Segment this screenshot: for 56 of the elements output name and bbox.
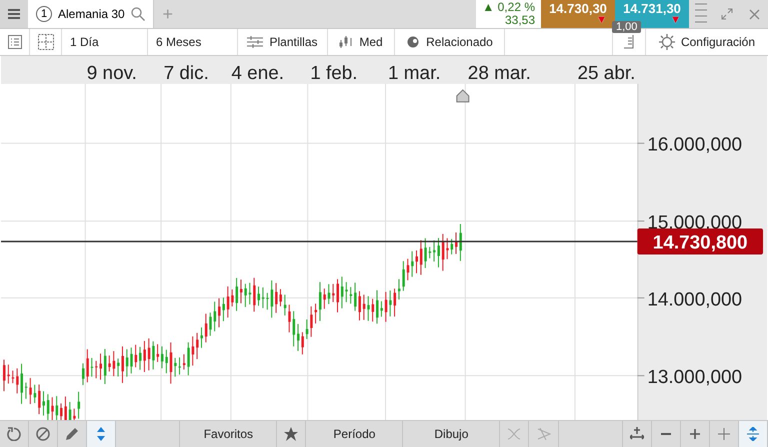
fit-button[interactable]: [738, 421, 768, 447]
grid-layout-icon: [38, 34, 54, 50]
refresh-icon: [7, 427, 22, 441]
up-down-arrows-icon: [747, 427, 760, 441]
tab-number: 1: [36, 6, 52, 22]
settings-icon: [658, 34, 675, 50]
drawing-button[interactable]: Dibujo: [403, 421, 500, 447]
date-axis-label: 28 mar.: [468, 62, 531, 84]
list-icon: [8, 34, 22, 49]
search-icon[interactable]: [130, 7, 145, 21]
candlestick-chart[interactable]: 9 nov. 7 dic. 4 ene. 1 feb. 1 mar. 28 mar. 25 abr. 16.000,000 15.000,000 14.000,000 13.000,000 14.730,800: [0, 56, 768, 420]
up-down-arrows-icon: [96, 427, 106, 441]
date-axis-label: 25 abr.: [578, 62, 636, 84]
candles-icon: [339, 36, 354, 48]
range-button[interactable]: 6 Meses: [148, 29, 238, 55]
minus-icon: [660, 433, 671, 435]
period-button[interactable]: Período: [306, 421, 404, 447]
date-axis-label: 9 nov.: [86, 62, 137, 84]
scale-toggle-button[interactable]: [87, 421, 116, 447]
date-axis-label: 1 mar.: [388, 62, 441, 84]
down-arrow: ▼: [670, 15, 681, 26]
move-icon: [630, 427, 644, 441]
menu-button[interactable]: [0, 0, 28, 28]
sliders-icon: [247, 36, 264, 48]
settings-button[interactable]: Configuración: [645, 29, 768, 55]
date-axis-label: 1 feb.: [310, 62, 358, 84]
chart-tab[interactable]: 1 Alemania 30: [28, 0, 154, 28]
current-price-label: 14.730,800: [637, 228, 764, 254]
price-axis-label: 14.000,000: [647, 289, 742, 310]
price-axis-label: 16.000,000: [647, 134, 742, 156]
interval-button[interactable]: 1 Día: [62, 29, 148, 55]
pencil-icon: [65, 427, 80, 441]
down-arrow: ▼: [596, 15, 607, 26]
templates-button[interactable]: Plantillas: [238, 29, 328, 55]
ban-icon: [36, 427, 50, 441]
indicators-button[interactable]: Med: [328, 29, 395, 55]
menu-icon: [8, 9, 20, 19]
expand-icon[interactable]: [721, 8, 733, 20]
angle-icon: [536, 428, 550, 440]
price-axis-label: 13.000,000: [647, 367, 742, 388]
tab-label: Alemania 30: [58, 7, 125, 21]
date-axis-label: 4 ene.: [231, 62, 284, 84]
curve-icon: [507, 428, 522, 440]
related-button[interactable]: Relacionado: [395, 29, 505, 55]
plus-icon: [690, 429, 700, 439]
spread-badge: 1,00: [612, 21, 642, 33]
price-change: ▲ 0,22 % 33,53: [476, 0, 541, 28]
close-icon[interactable]: [749, 8, 760, 20]
eye-icon: [406, 36, 420, 48]
date-axis-label: 7 dic.: [164, 62, 209, 84]
document-icon: [624, 34, 634, 49]
crosshair-icon: [718, 428, 730, 440]
star-icon: [284, 427, 298, 441]
time-marker-icon[interactable]: [456, 89, 470, 102]
favorites-button[interactable]: Favoritos: [180, 421, 278, 447]
sell-price-button[interactable]: 14.730,30 ▼: [541, 0, 615, 28]
